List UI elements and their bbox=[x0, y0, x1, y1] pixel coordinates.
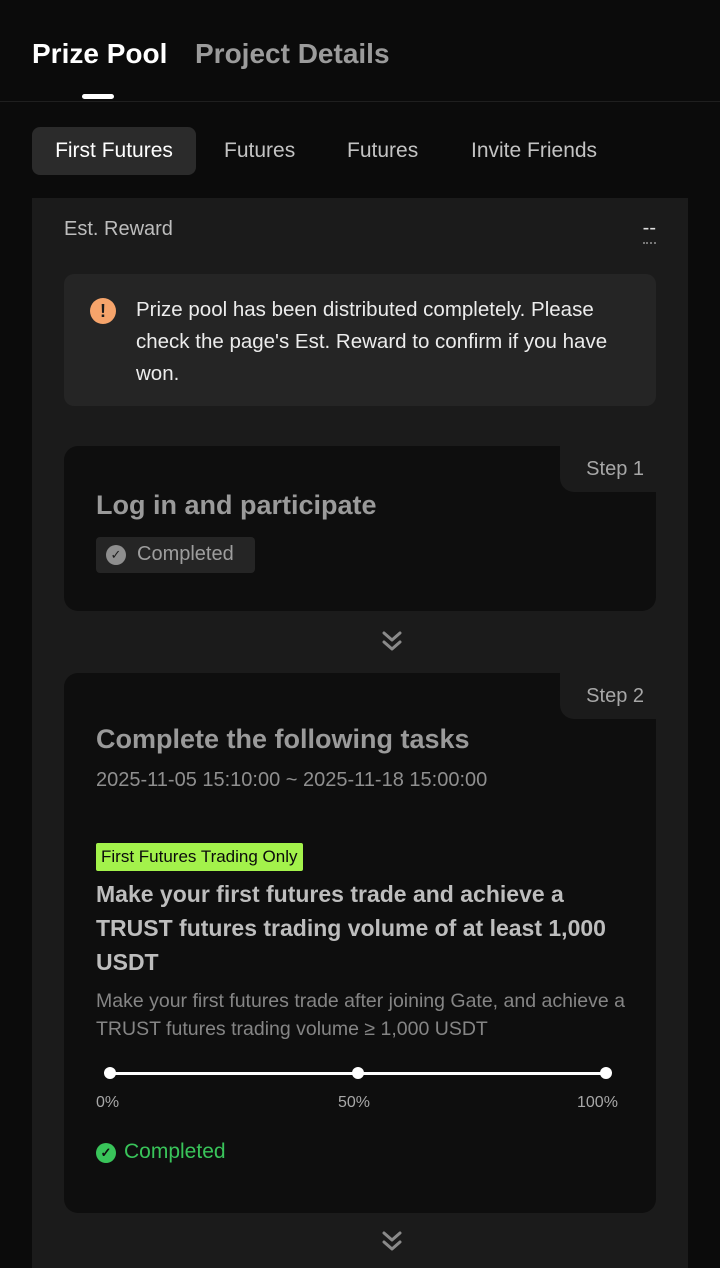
reward-panel: Est. Reward -- ! Prize pool has been dis… bbox=[32, 198, 688, 1268]
active-tab-indicator bbox=[82, 94, 114, 99]
step-2-label: Step 2 bbox=[586, 685, 644, 707]
notice-box: ! Prize pool has been distributed comple… bbox=[64, 274, 656, 406]
exclamation-icon: ! bbox=[90, 298, 116, 324]
step-2-status-text: Completed bbox=[124, 1140, 226, 1163]
check-circle-icon: ✓ bbox=[96, 1143, 116, 1163]
step-1-status-badge: ✓ Completed bbox=[96, 537, 255, 573]
subtab-invite-friends[interactable]: Invite Friends bbox=[471, 127, 597, 175]
task-date-range: 2025-11-05 15:10:00 ~ 2025-11-18 15:00:0… bbox=[96, 769, 488, 791]
tab-project-details[interactable]: Project Details bbox=[195, 38, 390, 70]
check-circle-icon: ✓ bbox=[106, 545, 126, 565]
tab-prize-pool[interactable]: Prize Pool bbox=[32, 38, 167, 70]
step-1-status-text: Completed bbox=[137, 543, 234, 565]
step-1-label: Step 1 bbox=[586, 458, 644, 480]
step-1-title: Log in and participate bbox=[96, 490, 377, 520]
subtab-first-futures[interactable]: First Futures bbox=[32, 127, 196, 175]
progress-dot-0 bbox=[104, 1067, 116, 1079]
progress-label-100: 100% bbox=[577, 1094, 618, 1111]
chevron-double-down-icon bbox=[375, 1228, 409, 1256]
chevron-double-down-icon bbox=[375, 628, 409, 656]
notice-text: Prize pool has been distributed complete… bbox=[136, 298, 608, 385]
first-futures-tag: First Futures Trading Only bbox=[96, 843, 303, 871]
progress-label-0: 0% bbox=[96, 1094, 120, 1111]
est-reward-label: Est. Reward bbox=[64, 218, 173, 240]
est-reward-value[interactable]: -- bbox=[642, 218, 656, 244]
step-1-tab: Step 1 bbox=[560, 446, 656, 492]
top-tab-bar: Prize Pool Project Details bbox=[0, 0, 720, 102]
progress-label-50: 50% bbox=[338, 1094, 371, 1111]
progress-dot-50 bbox=[352, 1067, 364, 1079]
step-2-card: Step 2 Complete the following tasks 2025… bbox=[64, 673, 656, 1213]
step-2-tab: Step 2 bbox=[560, 673, 656, 719]
subtab-futures-1[interactable]: Futures bbox=[224, 127, 295, 175]
step-2-title: Complete the following tasks bbox=[96, 724, 470, 754]
sub-tab-bar: First Futures Futures Futures Invite Fri… bbox=[0, 127, 720, 175]
step-1-card: Step 1 Log in and participate ✓ Complete… bbox=[64, 446, 656, 611]
progress-dot-100 bbox=[600, 1067, 612, 1079]
subtab-futures-2[interactable]: Futures bbox=[347, 127, 418, 175]
task-description: Make your first futures trade after join… bbox=[96, 990, 625, 1040]
task-title: Make your first futures trade and achiev… bbox=[96, 881, 606, 975]
